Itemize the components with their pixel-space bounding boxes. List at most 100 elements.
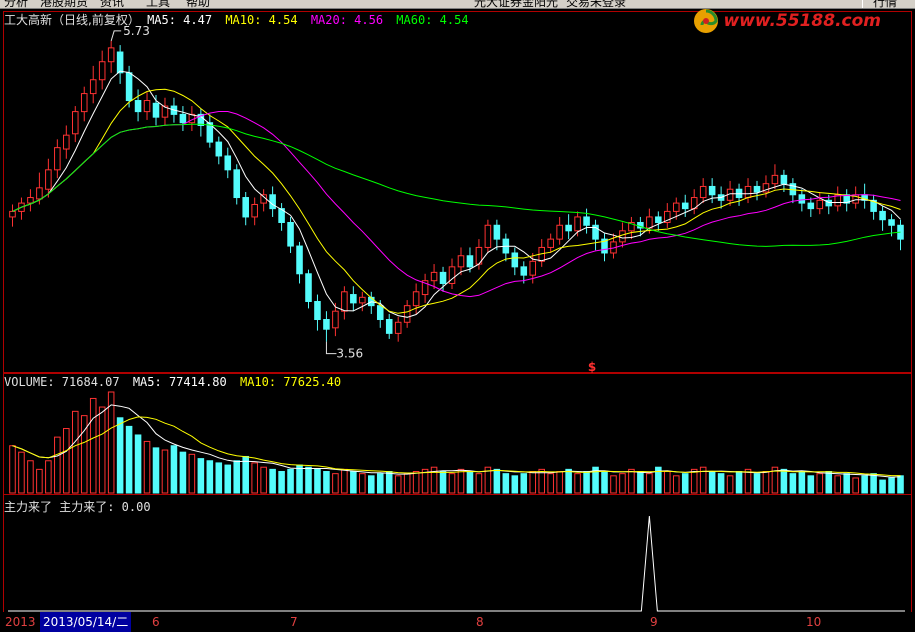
indicator-readout: 主力来了 主力来了: 0.00 <box>4 500 151 514</box>
candle-up <box>547 238 554 248</box>
volume-bar-down <box>681 473 689 494</box>
dividend-marker-icon[interactable]: $ <box>588 360 596 374</box>
candle-down <box>269 194 276 210</box>
volume-bar-down <box>780 468 788 494</box>
cursor-date-box: 2013/05/14/二 <box>40 612 132 632</box>
candle-down <box>780 174 788 185</box>
volume-bars <box>9 391 904 494</box>
volume-bar-up <box>852 477 859 494</box>
volume-bar-down <box>502 473 510 494</box>
candle-down <box>439 271 447 284</box>
axis-month-label: 6 <box>152 615 160 629</box>
candle-down <box>125 72 133 102</box>
candle-down <box>708 185 716 196</box>
volume-ma5-readout: MA5: 77414.80 <box>132 375 227 389</box>
candle-up <box>341 291 348 312</box>
volume-bar-up <box>9 445 16 494</box>
candle-up <box>63 134 70 150</box>
volume-bar-up <box>89 397 97 494</box>
candle-up <box>80 93 88 113</box>
volume-bar-up <box>664 471 671 494</box>
volume-bar-up <box>448 473 456 494</box>
volume-bar-up <box>36 468 43 494</box>
volume-bar-down <box>296 464 303 494</box>
volume-bar-down <box>753 473 761 494</box>
volume-bar-up <box>260 466 267 494</box>
volume-bar-up <box>394 475 402 494</box>
candle-down <box>493 224 501 240</box>
volume-bar-up <box>18 451 25 494</box>
volume-bar-down <box>789 473 797 494</box>
volume-bar-down <box>215 462 223 494</box>
volume-bar-down <box>305 466 312 494</box>
ma20-readout: MA20: 4.56 <box>310 13 384 27</box>
volume-bar-down <box>735 471 743 494</box>
volume-bar-down <box>385 471 393 494</box>
candle-down <box>511 252 519 268</box>
volume-bar-up <box>762 471 770 494</box>
candle-down <box>296 245 303 275</box>
volume-bar-up <box>188 453 196 494</box>
volume-bar-up <box>54 436 61 494</box>
volume-bar-down <box>323 471 330 494</box>
volume-bar-up <box>143 440 151 494</box>
candle-up <box>394 321 402 334</box>
candle-down <box>233 169 241 199</box>
volume-readout: VOLUME: 71684.07 <box>4 375 120 389</box>
candle-down <box>798 194 806 204</box>
volume-bar-up <box>690 468 698 494</box>
volume-bar-down <box>206 460 214 494</box>
volume-bar-up <box>529 471 537 494</box>
candle-up <box>27 197 34 204</box>
candle-down <box>385 319 393 334</box>
low-annotation: 3.56 <box>325 341 363 361</box>
candle-down <box>681 202 689 210</box>
volume-bar-down <box>888 477 895 494</box>
axis-month-label: 8 <box>476 615 484 629</box>
volume-bar-up <box>251 462 258 494</box>
volume-ma10-readout: MA10: 77625.40 <box>239 375 342 389</box>
candle-up <box>412 291 420 307</box>
candle-up <box>672 202 680 212</box>
volume-bar-down <box>134 434 142 494</box>
candle-up <box>251 203 258 218</box>
ma5-readout: MA5: 4.47 <box>147 13 213 27</box>
volume-bar-down <box>637 471 644 494</box>
candle-down <box>376 305 384 321</box>
volume-bar-down <box>224 464 232 494</box>
candle-up <box>771 174 779 185</box>
candle-up <box>744 185 752 199</box>
candle-down <box>305 273 312 302</box>
volume-bar-down <box>861 475 868 494</box>
candle-up <box>107 47 115 63</box>
candle-down <box>224 155 232 171</box>
candle-up <box>332 310 339 329</box>
candle-up <box>556 224 563 240</box>
volume-bar-down <box>376 473 384 494</box>
candle-down <box>466 255 474 268</box>
volume-bar-up <box>834 475 842 494</box>
volume-bar-down <box>368 475 375 494</box>
volume-bar-down <box>897 475 904 494</box>
volume-bar-up <box>457 468 465 494</box>
volume-bar-down <box>717 473 725 494</box>
candle-down <box>350 294 357 304</box>
date-axis: 2013 2013/05/14/二 6 7 8 9 10 <box>0 612 915 632</box>
candle-up <box>359 296 366 304</box>
volume-bar-up <box>161 449 169 494</box>
stock-name[interactable]: 工大高新（日线,前复权） <box>4 13 140 27</box>
candle-down <box>807 202 815 210</box>
indicator-line <box>8 515 905 612</box>
candle-up <box>36 187 43 200</box>
volume-bar-down <box>843 473 850 494</box>
ma10-line <box>12 88 901 314</box>
volume-bar-down <box>179 451 187 494</box>
volume-bar-down <box>565 468 572 494</box>
stock-chart[interactable]: 5.73 3.56 $ <box>0 0 915 612</box>
volume-bar-down <box>879 479 886 494</box>
volume-bar-up <box>341 468 348 494</box>
volume-bar-up <box>403 473 411 494</box>
candle-down <box>242 197 249 218</box>
volume-panel-header: VOLUME: 71684.07 MA5: 77414.80 MA10: 776… <box>4 375 341 389</box>
candle-up <box>646 216 653 229</box>
